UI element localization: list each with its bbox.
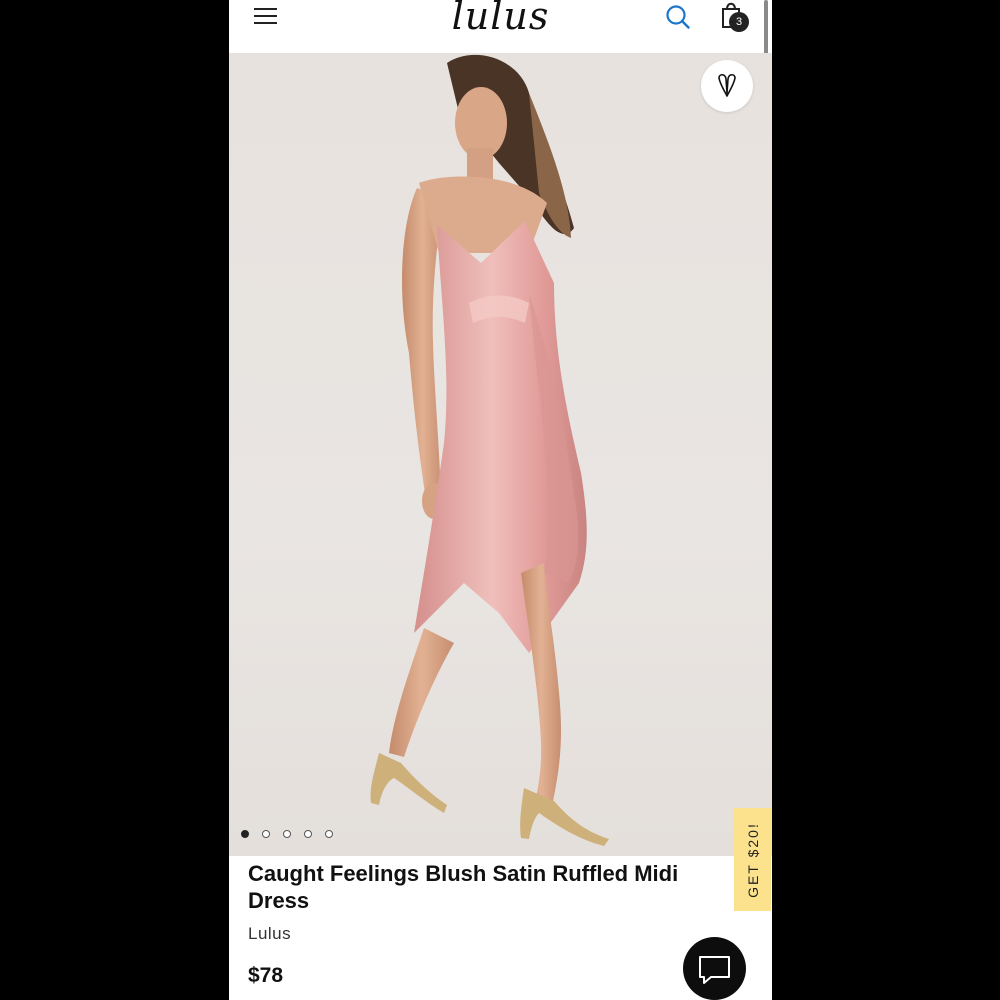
site-header: lulus 3 bbox=[229, 0, 772, 52]
carousel-dot[interactable] bbox=[241, 830, 249, 838]
promo-label: GET $20! bbox=[744, 821, 761, 898]
carousel-dot[interactable] bbox=[325, 830, 333, 838]
product-price: $78 bbox=[248, 964, 284, 987]
product-title: Caught Feelings Blush Satin Ruffled Midi… bbox=[248, 861, 679, 913]
chat-bubble-icon bbox=[699, 956, 730, 984]
model-photo-illustration bbox=[370, 54, 609, 846]
carousel-dots bbox=[241, 830, 333, 838]
cart-count-badge: 3 bbox=[729, 12, 749, 32]
product-brand[interactable]: Lulus bbox=[248, 924, 291, 944]
search-icon[interactable] bbox=[665, 4, 691, 30]
product-image[interactable] bbox=[229, 53, 772, 856]
carousel-dot[interactable] bbox=[304, 830, 312, 838]
promo-tab[interactable]: GET $20! bbox=[734, 808, 771, 911]
heart-icon bbox=[718, 73, 736, 97]
mobile-page: lulus 3 GET $20! Caught Feelings Blush S… bbox=[229, 0, 772, 1000]
chat-button[interactable] bbox=[683, 937, 746, 1000]
carousel-dot[interactable] bbox=[283, 830, 291, 838]
carousel-dot[interactable] bbox=[262, 830, 270, 838]
favorite-button[interactable] bbox=[701, 60, 753, 112]
